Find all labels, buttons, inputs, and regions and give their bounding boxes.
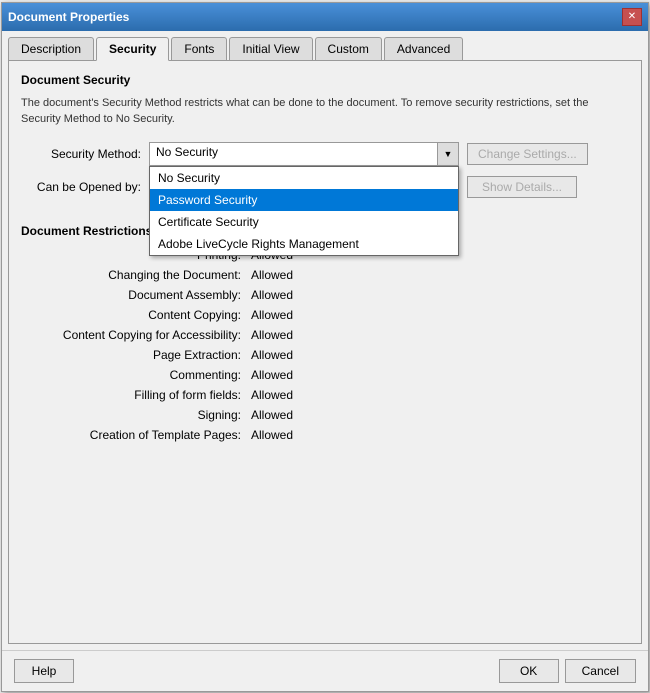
restriction-changing: Changing the Document: Allowed [21,268,629,282]
dropdown-option-certificate-security[interactable]: Certificate Security [150,211,458,233]
tab-bar: Description Security Fonts Initial View … [8,37,642,61]
footer-right: OK Cancel [499,659,636,683]
restriction-commenting: Commenting: Allowed [21,368,629,382]
footer: Help OK Cancel [2,650,648,691]
restriction-changing-label: Changing the Document: [21,268,241,282]
window-title: Document Properties [8,10,129,24]
security-method-row: Security Method: No Security ▼ No Securi… [21,142,629,166]
restriction-content-copying-value: Allowed [251,308,293,322]
restriction-content-copying: Content Copying: Allowed [21,308,629,322]
security-method-dropdown-wrapper: No Security ▼ No Security Password Secur… [149,142,459,166]
restriction-signing: Signing: Allowed [21,408,629,422]
content-area: Description Security Fonts Initial View … [2,31,648,650]
security-tab-content: Document Security The document's Securit… [8,61,642,644]
tab-fonts[interactable]: Fonts [171,37,227,60]
dropdown-option-no-security[interactable]: No Security [150,167,458,189]
restriction-template-pages-value: Allowed [251,428,293,442]
change-settings-button[interactable]: Change Settings... [467,143,588,165]
security-description: The document's Security Method restricts… [21,95,629,128]
security-method-select[interactable]: No Security [149,142,459,166]
restriction-signing-value: Allowed [251,408,293,422]
restriction-assembly: Document Assembly: Allowed [21,288,629,302]
title-bar: Document Properties ✕ [2,3,648,31]
show-details-button[interactable]: Show Details... [467,176,577,198]
restriction-content-copying-label: Content Copying: [21,308,241,322]
security-method-value: No Security [156,145,218,159]
tab-custom[interactable]: Custom [315,37,382,60]
restriction-accessibility-value: Allowed [251,328,293,342]
security-dropdown-popup: No Security Password Security Certificat… [149,166,459,256]
close-button[interactable]: ✕ [622,8,642,26]
restriction-content-copying-accessibility: Content Copying for Accessibility: Allow… [21,328,629,342]
document-security-title: Document Security [21,73,629,87]
document-properties-window: Document Properties ✕ Description Securi… [1,2,649,692]
restriction-page-extraction: Page Extraction: Allowed [21,348,629,362]
cancel-button[interactable]: Cancel [565,659,636,683]
restriction-form-fields-value: Allowed [251,388,293,402]
restriction-form-fields-label: Filling of form fields: [21,388,241,402]
help-button[interactable]: Help [14,659,74,683]
restriction-commenting-value: Allowed [251,368,293,382]
footer-left: Help [14,659,74,683]
restriction-assembly-label: Document Assembly: [21,288,241,302]
restriction-page-extraction-label: Page Extraction: [21,348,241,362]
restriction-commenting-label: Commenting: [21,368,241,382]
dropdown-option-adobe-livecycle[interactable]: Adobe LiveCycle Rights Management [150,233,458,255]
restriction-form-fields: Filling of form fields: Allowed [21,388,629,402]
title-bar-buttons: ✕ [622,8,642,26]
restrictions-section: Document Restrictions Summary Printing: … [21,224,629,448]
restriction-signing-label: Signing: [21,408,241,422]
restriction-page-extraction-value: Allowed [251,348,293,362]
can-be-opened-label: Can be Opened by: [21,180,141,194]
ok-button[interactable]: OK [499,659,559,683]
restriction-template-pages: Creation of Template Pages: Allowed [21,428,629,442]
restriction-assembly-value: Allowed [251,288,293,302]
tab-security[interactable]: Security [96,37,169,61]
restriction-changing-value: Allowed [251,268,293,282]
tab-description[interactable]: Description [8,37,94,60]
tab-initial-view[interactable]: Initial View [229,37,312,60]
restriction-template-pages-label: Creation of Template Pages: [21,428,241,442]
dropdown-option-password-security[interactable]: Password Security [150,189,458,211]
restriction-accessibility-label: Content Copying for Accessibility: [21,328,241,342]
security-method-label: Security Method: [21,147,141,161]
tab-advanced[interactable]: Advanced [384,37,463,60]
